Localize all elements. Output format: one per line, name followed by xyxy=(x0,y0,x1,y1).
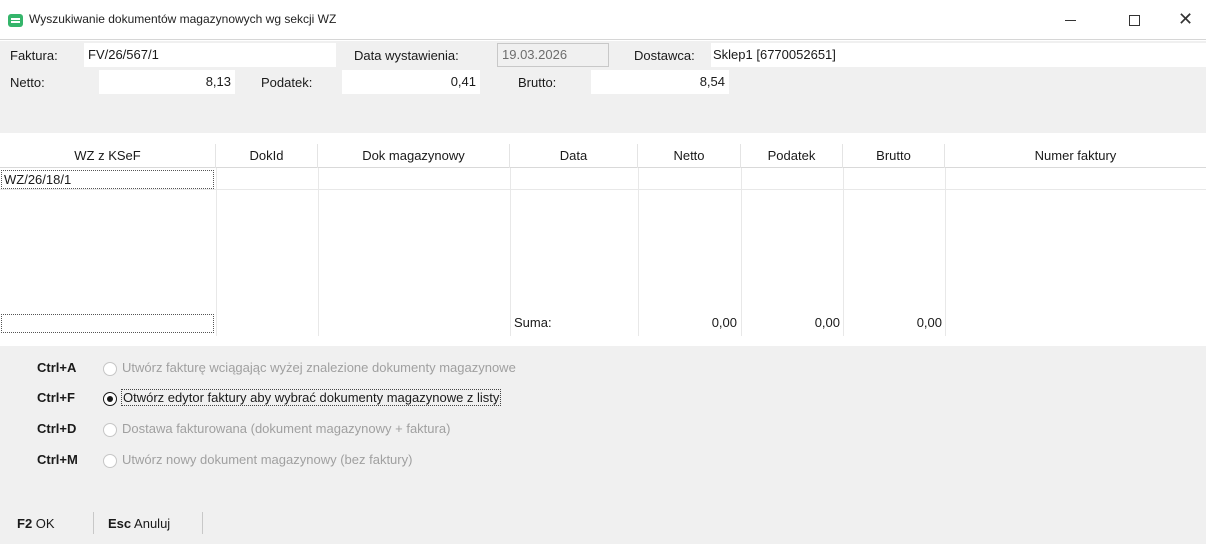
data-wystawienia-field[interactable]: 19.03.2026 xyxy=(497,43,609,67)
netto-field[interactable]: 8,13 xyxy=(99,70,235,94)
sum-netto: 0,00 xyxy=(711,315,737,330)
invoice-header-panel: Faktura: FV/26/567/1 Data wystawienia: 1… xyxy=(0,41,1206,133)
option-label[interactable]: Utwórz fakturę wciągając wyżej znalezion… xyxy=(122,360,516,375)
footer-separator xyxy=(93,512,94,534)
brutto-label: Brutto: xyxy=(518,75,557,90)
cancel-button[interactable]: Esc Anuluj xyxy=(108,516,170,531)
radio-button[interactable] xyxy=(103,454,117,468)
column-header-brutto[interactable]: Brutto xyxy=(843,144,945,168)
faktura-label: Faktura: xyxy=(10,48,58,63)
minimize-icon xyxy=(1065,19,1076,21)
ok-button[interactable]: F2 OK xyxy=(17,516,55,531)
faktura-field[interactable]: FV/26/567/1 xyxy=(84,43,336,67)
sum-brutto: 0,00 xyxy=(916,315,942,330)
option-ctrl-m[interactable]: Ctrl+M Utwórz nowy dokument magazynowy (… xyxy=(0,450,800,472)
option-ctrl-f[interactable]: Ctrl+F Otwórz edytor faktury aby wybrać … xyxy=(0,388,800,410)
sum-focus-cell[interactable] xyxy=(1,314,214,333)
column-header-netto[interactable]: Netto xyxy=(638,144,741,168)
sum-podatek: 0,00 xyxy=(814,315,840,330)
shortcut-key: Ctrl+F xyxy=(37,390,75,405)
minimize-button[interactable] xyxy=(1048,0,1093,40)
cancel-shortcut: Esc xyxy=(108,516,132,531)
maximize-button[interactable] xyxy=(1112,0,1157,40)
radio-button[interactable] xyxy=(103,423,117,437)
column-header-numer-faktury[interactable]: Numer faktury xyxy=(945,144,1206,168)
option-label[interactable]: Utwórz nowy dokument magazynowy (bez fak… xyxy=(122,452,412,467)
radio-button[interactable] xyxy=(103,362,117,376)
cancel-label: Anuluj xyxy=(134,516,171,531)
option-ctrl-d[interactable]: Ctrl+D Dostawa fakturowana (dokument mag… xyxy=(0,419,800,441)
row-divider xyxy=(0,189,1206,190)
option-label[interactable]: Otwórz edytor faktury aby wybrać dokumen… xyxy=(121,389,502,406)
column-header-wz-ksef[interactable]: WZ z KSeF xyxy=(0,144,216,168)
podatek-field[interactable]: 0,41 xyxy=(342,70,480,94)
shortcut-key: Ctrl+D xyxy=(37,421,77,436)
documents-grid[interactable]: WZ z KSeF DokId Dok magazynowy Data Nett… xyxy=(0,133,1206,339)
column-header-dok-magazynowy[interactable]: Dok magazynowy xyxy=(318,144,510,168)
option-label[interactable]: Dostawa fakturowana (dokument magazynowy… xyxy=(122,421,450,436)
column-header-data[interactable]: Data xyxy=(510,144,638,168)
ok-label: OK xyxy=(35,516,55,531)
podatek-label: Podatek: xyxy=(261,75,313,90)
maximize-icon xyxy=(1129,14,1140,26)
options-panel: Ctrl+A Utwórz fakturę wciągając wyżej zn… xyxy=(0,346,1206,490)
close-button[interactable]: ✕ xyxy=(1163,0,1206,40)
close-icon: ✕ xyxy=(1177,9,1194,30)
sum-row: Suma: 0,00 0,00 0,00 xyxy=(0,311,1206,335)
column-header-podatek[interactable]: Podatek xyxy=(741,144,843,168)
dostawca-field[interactable]: Sklep1 [6770052651] xyxy=(711,43,1206,67)
table-row[interactable]: WZ/26/18/1 xyxy=(1,170,214,189)
radio-button-selected[interactable] xyxy=(103,392,117,406)
footer-separator xyxy=(202,512,203,534)
data-wystawienia-label: Data wystawienia: xyxy=(354,48,459,63)
title-bar: Wyszukiwanie dokumentów magazynowych wg … xyxy=(0,0,1206,40)
sum-label: Suma: xyxy=(514,315,552,330)
window-title: Wyszukiwanie dokumentów magazynowych wg … xyxy=(29,12,337,26)
shortcut-key: Ctrl+A xyxy=(37,360,77,375)
footer-bar: F2 OK Esc Anuluj xyxy=(0,490,1206,544)
grid-header: WZ z KSeF DokId Dok magazynowy Data Nett… xyxy=(0,144,1206,168)
netto-label: Netto: xyxy=(10,75,45,90)
column-header-dokid[interactable]: DokId xyxy=(216,144,318,168)
brutto-field[interactable]: 8,54 xyxy=(591,70,729,94)
app-icon xyxy=(8,14,23,27)
shortcut-key: Ctrl+M xyxy=(37,452,78,467)
option-ctrl-a[interactable]: Ctrl+A Utwórz fakturę wciągając wyżej zn… xyxy=(0,358,800,380)
ok-shortcut: F2 xyxy=(17,516,33,531)
dostawca-label: Dostawca: xyxy=(634,48,695,63)
